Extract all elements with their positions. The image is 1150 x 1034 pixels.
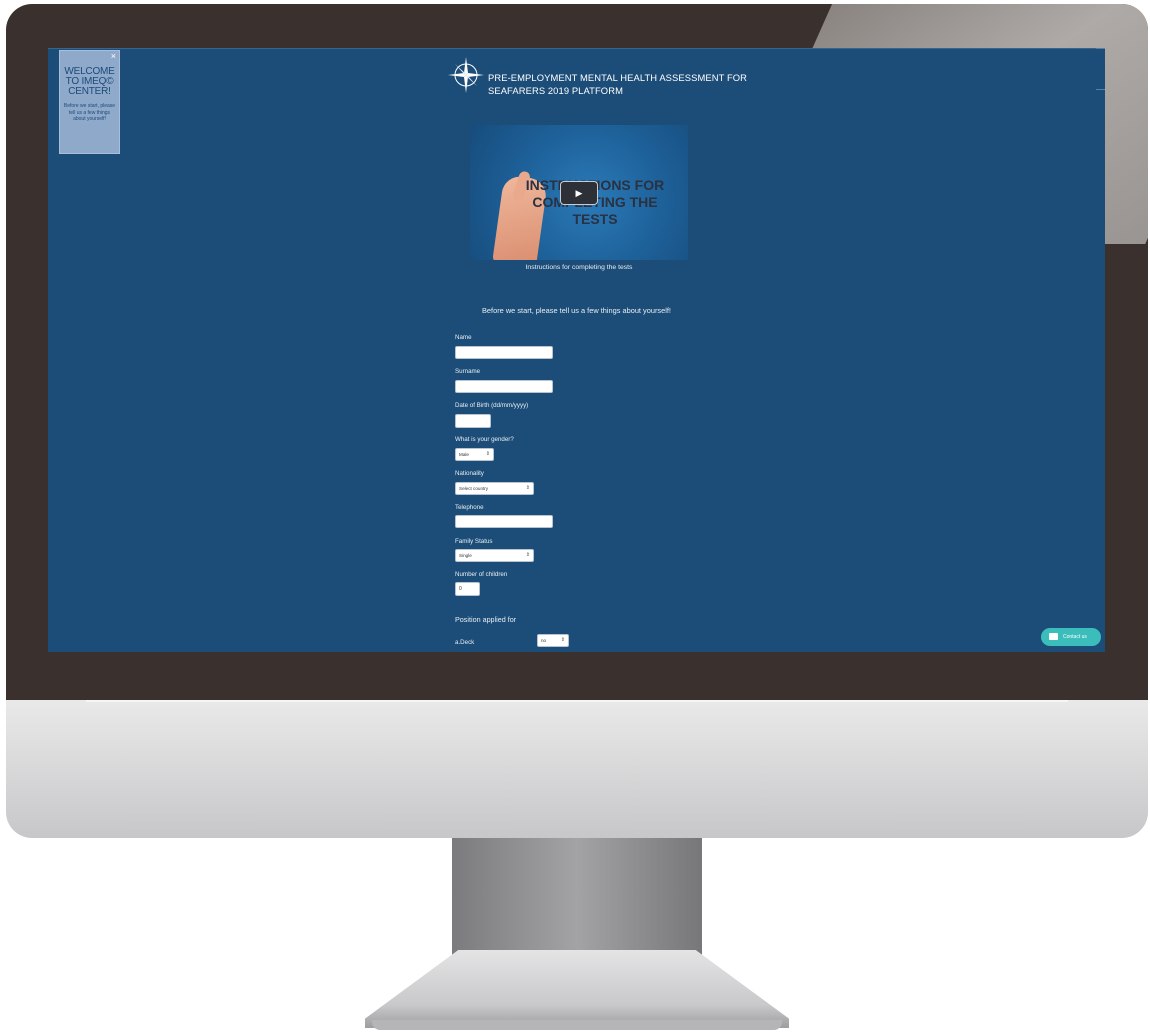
monitor-chin xyxy=(6,700,1148,838)
gender-select-value: Male xyxy=(459,452,469,457)
telephone-input[interactable] xyxy=(455,515,553,528)
surname-label: Surname xyxy=(455,368,481,375)
instructions-video[interactable]: INSTRUCTIONS FOR COMPLETING THE TESTS ▶ xyxy=(470,125,688,260)
family-status-label: Family Status xyxy=(455,538,493,545)
gender-label: What is your gender? xyxy=(455,436,514,443)
chevron-updown-icon: ⇕ xyxy=(525,552,530,558)
monitor-stand-neck xyxy=(452,838,702,958)
nationality-select[interactable]: Select country ⇕ xyxy=(455,482,534,495)
family-status-select-value: Single xyxy=(459,553,472,558)
nationality-select-value: Select country xyxy=(459,486,489,491)
page-title-line-1: PRE-EMPLOYMENT MENTAL HEALTH ASSESSMENT … xyxy=(488,72,748,83)
page-title-line-2: SEAFARERS 2019 PLATFORM xyxy=(488,85,623,96)
play-button[interactable]: ▶ xyxy=(560,181,598,205)
name-label: Name xyxy=(455,334,472,341)
monitor-stand-base xyxy=(365,950,789,1028)
children-label: Number of children xyxy=(455,571,508,578)
compass-rose-icon xyxy=(448,57,484,93)
page-title: PRE-EMPLOYMENT MENTAL HEALTH ASSESSMENT … xyxy=(488,71,747,97)
children-input[interactable] xyxy=(455,582,480,596)
monitor-stand-edge xyxy=(372,1020,782,1030)
deck-select-value: no xyxy=(541,638,547,643)
video-caption: Instructions for completing the tests xyxy=(525,264,633,271)
top-divider xyxy=(48,48,1105,49)
play-icon: ▶ xyxy=(575,188,583,198)
welcome-title: WELCOME TO IMEQ© CENTER! xyxy=(64,66,115,97)
deck-select[interactable]: no ⇕ xyxy=(537,634,569,647)
dob-label: Date of Birth (dd/mm/yyyy) xyxy=(455,402,529,409)
welcome-body: Before we start, please tell us a few th… xyxy=(63,103,116,122)
surname-input[interactable] xyxy=(455,380,553,393)
right-frame-edge xyxy=(1096,48,1105,90)
deck-label: a.Deck xyxy=(455,639,475,646)
contact-us-label: Contact us xyxy=(1063,634,1087,640)
chin-highlight xyxy=(86,700,1068,702)
contact-us-button[interactable]: Contact us xyxy=(1041,628,1101,646)
position-heading: Position applied for xyxy=(455,615,517,624)
intro-text: Before we start, please tell us a few th… xyxy=(482,306,671,315)
name-input[interactable] xyxy=(455,346,553,359)
chat-bubble-icon xyxy=(1049,633,1058,640)
chevron-updown-icon: ⇕ xyxy=(560,637,565,643)
chevron-updown-icon: ⇕ xyxy=(485,451,490,457)
close-icon[interactable]: × xyxy=(111,51,116,61)
family-status-select[interactable]: Single ⇕ xyxy=(455,549,534,562)
screen: × WELCOME TO IMEQ© CENTER! Before we sta… xyxy=(48,48,1105,652)
dob-input[interactable] xyxy=(455,414,491,428)
welcome-popup: × WELCOME TO IMEQ© CENTER! Before we sta… xyxy=(59,50,120,154)
gender-select[interactable]: Male ⇕ xyxy=(455,448,494,461)
nationality-label: Nationality xyxy=(455,470,484,477)
chevron-updown-icon: ⇕ xyxy=(525,485,530,491)
telephone-label: Telephone xyxy=(455,504,484,511)
